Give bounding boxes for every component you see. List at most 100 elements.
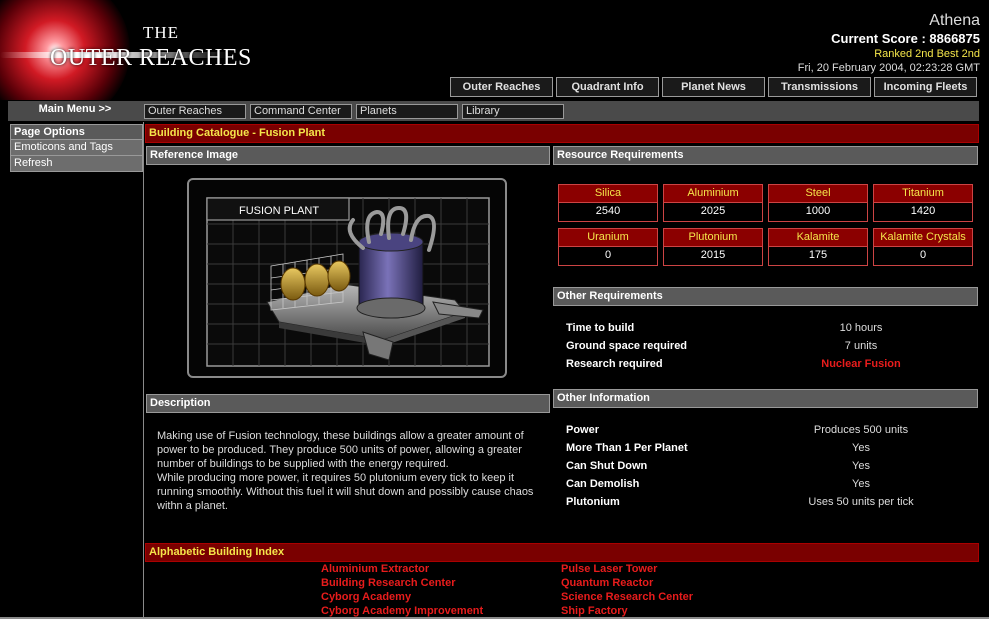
- resource-aluminium: Aluminium 2025: [663, 184, 763, 222]
- info-row: Can Demolish Yes: [566, 478, 966, 496]
- current-score: Current Score : 8866875: [831, 31, 980, 46]
- resource-kalamite-crystals: Kalamite Crystals 0: [873, 228, 973, 266]
- top-navigation: Outer Reaches Quadrant Info Planet News …: [450, 77, 977, 97]
- info-key: More Than 1 Per Planet: [566, 442, 688, 454]
- fusion-plant-image: FUSION PLANT: [187, 178, 507, 378]
- resource-value: 0: [873, 247, 973, 266]
- info-value: Yes: [852, 478, 870, 490]
- menu-library[interactable]: Library: [462, 104, 564, 119]
- reference-image-heading: Reference Image: [146, 146, 550, 165]
- resource-name: Aluminium: [663, 184, 763, 203]
- description-line: number of buildings to be supplied with …: [157, 458, 449, 470]
- alphabetic-index-heading: Alphabetic Building Index: [145, 543, 979, 562]
- info-row: Power Produces 500 units: [566, 424, 966, 442]
- info-value: Produces 500 units: [813, 424, 909, 436]
- sidebar-item-emoticons[interactable]: Emoticons and Tags: [10, 140, 143, 156]
- requirement-row: Ground space required 7 units: [566, 340, 966, 358]
- requirement-key: Research required: [566, 358, 663, 370]
- requirement-row: Research required Nuclear Fusion: [566, 358, 966, 376]
- resource-name: Steel: [768, 184, 868, 203]
- top-nav-incoming-fleets[interactable]: Incoming Fleets: [874, 77, 977, 97]
- top-nav-planet-news[interactable]: Planet News: [662, 77, 765, 97]
- resource-titanium: Titanium 1420: [873, 184, 973, 222]
- resource-name: Titanium: [873, 184, 973, 203]
- other-information-table: Power Produces 500 units More Than 1 Per…: [566, 424, 966, 514]
- resource-name: Silica: [558, 184, 658, 203]
- user-info: Athena Current Score : 8866875 Ranked 2n…: [798, 12, 980, 74]
- building-description: Making use of Fusion technology, these b…: [157, 429, 537, 513]
- outer-reaches-logo[interactable]: THE OUTER REACHES: [0, 0, 300, 100]
- menu-outer-reaches[interactable]: Outer Reaches: [144, 104, 246, 119]
- index-link[interactable]: Building Research Center: [321, 577, 561, 591]
- page-title: Building Catalogue - Fusion Plant: [145, 124, 979, 143]
- description-line: running smoothly. Without this fuel it w…: [157, 486, 534, 498]
- index-column-2: Pulse Laser Tower Quantum Reactor Scienc…: [561, 563, 801, 619]
- top-nav-transmissions[interactable]: Transmissions: [768, 77, 871, 97]
- username: Athena: [929, 12, 980, 29]
- other-information-heading: Other Information: [553, 389, 978, 408]
- description-line: withn a planet.: [157, 500, 228, 512]
- resource-value: 2015: [663, 247, 763, 266]
- top-nav-outer-reaches[interactable]: Outer Reaches: [450, 77, 553, 97]
- resource-kalamite: Kalamite 175: [768, 228, 868, 266]
- info-row: Plutonium Uses 50 units per tick: [566, 496, 966, 514]
- index-link[interactable]: Aluminium Extractor: [321, 563, 561, 577]
- requirement-key: Time to build: [566, 322, 635, 334]
- index-link[interactable]: Quantum Reactor: [561, 577, 801, 591]
- description-line: power to be produced. They produce 500 u…: [157, 444, 522, 456]
- other-requirements-heading: Other Requirements: [553, 287, 978, 306]
- info-key: Can Demolish: [566, 478, 640, 490]
- page-options-heading: Page Options: [10, 124, 143, 140]
- info-row: More Than 1 Per Planet Yes: [566, 442, 966, 460]
- requirement-value: 7 units: [844, 340, 878, 352]
- sidebar-divider: [143, 122, 144, 619]
- index-link[interactable]: Pulse Laser Tower: [561, 563, 801, 577]
- requirement-row: Time to build 10 hours: [566, 322, 966, 340]
- resource-name: Uranium: [558, 228, 658, 247]
- resource-value: 0: [558, 247, 658, 266]
- info-value: Yes: [852, 460, 870, 472]
- other-requirements-table: Time to build 10 hours Ground space requ…: [566, 322, 966, 376]
- info-value: Yes: [852, 442, 870, 454]
- page-options-sidebar: Page Options Emoticons and Tags Refresh: [10, 124, 143, 172]
- menu-planets[interactable]: Planets: [356, 104, 458, 119]
- index-link[interactable]: Cyborg Academy: [321, 591, 561, 605]
- menu-bar: Main Menu >> Outer Reaches Command Cente…: [8, 101, 979, 121]
- requirement-key: Ground space required: [566, 340, 688, 352]
- image-caption: FUSION PLANT: [239, 205, 319, 217]
- logo-title: OUTER REACHES: [50, 45, 252, 71]
- logo-the: THE: [143, 23, 180, 42]
- info-key: Power: [566, 424, 600, 436]
- index-column-1: Aluminium Extractor Building Research Ce…: [321, 563, 561, 619]
- info-key: Can Shut Down: [566, 460, 648, 472]
- description-line: While producing more power, it requires …: [157, 472, 515, 484]
- index-link[interactable]: Science Research Center: [561, 591, 801, 605]
- resource-uranium: Uranium 0: [558, 228, 658, 266]
- top-nav-quadrant-info[interactable]: Quadrant Info: [556, 77, 659, 97]
- server-datetime: Fri, 20 February 2004, 02:23:28 GMT: [797, 62, 980, 74]
- sidebar-item-refresh[interactable]: Refresh: [10, 156, 143, 172]
- research-required-link[interactable]: Nuclear Fusion: [761, 358, 961, 370]
- resource-name: Kalamite Crystals: [873, 228, 973, 247]
- resource-steel: Steel 1000: [768, 184, 868, 222]
- requirement-value: 10 hours: [839, 322, 883, 334]
- resource-value: 1000: [768, 203, 868, 222]
- resource-name: Kalamite: [768, 228, 868, 247]
- resource-silica: Silica 2540: [558, 184, 658, 222]
- info-value: Uses 50 units per tick: [808, 496, 914, 508]
- info-row: Can Shut Down Yes: [566, 460, 966, 478]
- resource-value: 2540: [558, 203, 658, 222]
- description-heading: Description: [146, 394, 550, 413]
- resource-value: 2025: [663, 203, 763, 222]
- resource-plutonium: Plutonium 2015: [663, 228, 763, 266]
- rank-text: Ranked 2nd Best 2nd: [874, 48, 980, 60]
- resource-value: 1420: [873, 203, 973, 222]
- description-line: Making use of Fusion technology, these b…: [157, 430, 524, 442]
- menu-command-center[interactable]: Command Center: [250, 104, 352, 119]
- resource-name: Plutonium: [663, 228, 763, 247]
- resource-requirements-heading: Resource Requirements: [553, 146, 978, 165]
- info-key: Plutonium: [566, 496, 620, 508]
- resource-value: 175: [768, 247, 868, 266]
- main-menu-toggle[interactable]: Main Menu >>: [8, 101, 142, 121]
- fusion-plant-illustration: FUSION PLANT: [206, 197, 490, 367]
